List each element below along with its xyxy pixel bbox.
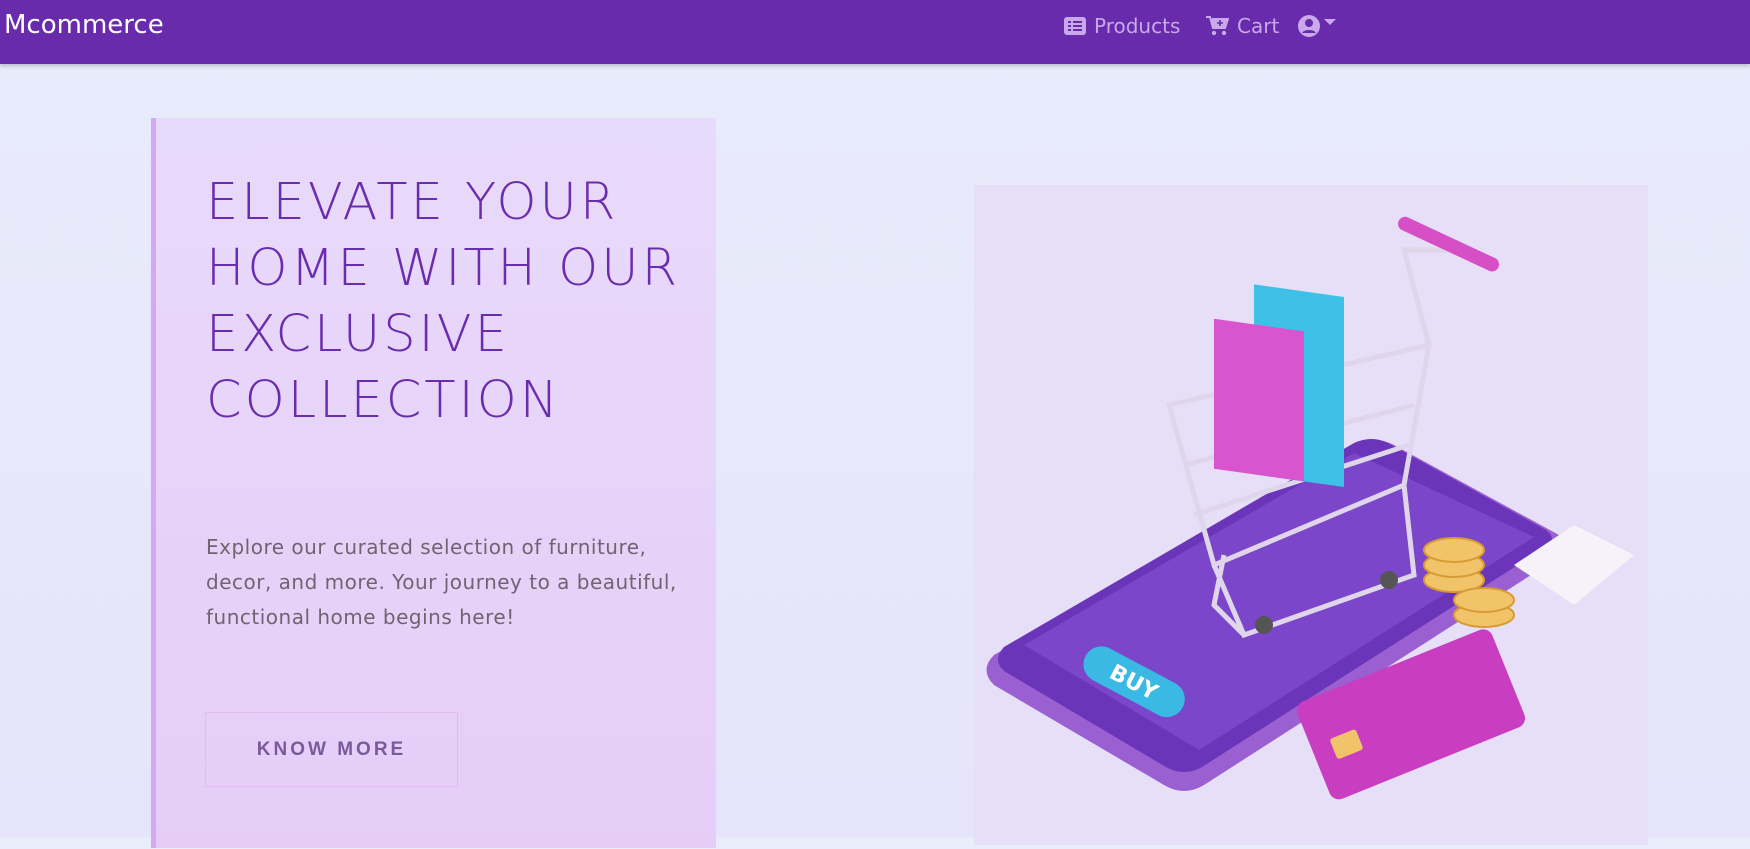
nav-products-link[interactable]: Products: [1064, 14, 1180, 38]
nav-products-label: Products: [1094, 14, 1181, 38]
hero-panel: ELEVATE YOUR HOME WITH OUR EXCLUSIVE COL…: [151, 118, 716, 848]
hero-illustration: BUY: [974, 185, 1648, 845]
know-more-button[interactable]: KNOW MORE: [205, 712, 458, 787]
cart-plus-icon: [1206, 16, 1229, 36]
list-icon: [1064, 17, 1086, 35]
shopping-cart-phone-illustration: BUY: [986, 216, 1634, 800]
hero-description: Explore our curated selection of furnitu…: [206, 535, 677, 629]
navbar: Mcommerce Products Cart: [0, 0, 1750, 64]
caret-down-icon: [1324, 19, 1336, 25]
user-menu-dropdown[interactable]: [1298, 15, 1336, 37]
nav-cart-label: Cart: [1237, 14, 1280, 38]
hero-title: ELEVATE YOUR HOME WITH OUR EXCLUSIVE COL…: [206, 173, 681, 430]
brand-link[interactable]: Mcommerce: [4, 10, 164, 40]
user-circle-icon: [1298, 15, 1320, 37]
nav-cart-link[interactable]: Cart: [1205, 14, 1279, 38]
